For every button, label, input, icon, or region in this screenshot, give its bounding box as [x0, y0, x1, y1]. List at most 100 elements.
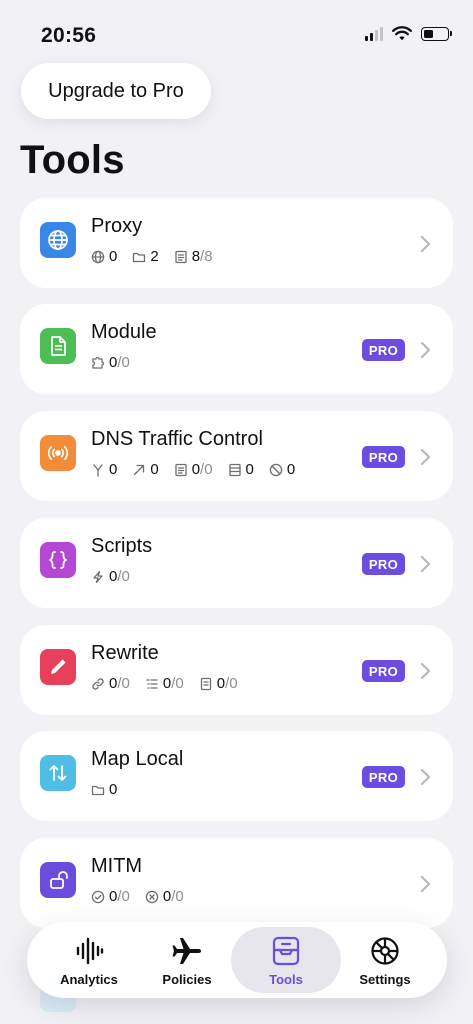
server-icon — [228, 463, 242, 477]
globe-small-icon — [91, 250, 105, 264]
fork-icon — [91, 463, 105, 477]
tool-card-module[interactable]: Module 0/0 PRO — [20, 304, 453, 394]
stat-item: 0/0 — [91, 568, 130, 585]
stat-item: 0/0 — [145, 888, 184, 905]
note-icon — [199, 677, 213, 691]
page-title: Tools — [20, 138, 125, 182]
tool-stats: 0/0 0/0 0/0 — [91, 675, 238, 692]
link-icon — [91, 677, 105, 691]
tool-card-mitm[interactable]: MITM 0/0 0/0 — [20, 838, 453, 928]
pro-badge: PRO — [362, 446, 405, 468]
x-circle-icon — [145, 890, 159, 904]
stat-item: 0 — [132, 461, 159, 478]
tool-name: Scripts — [91, 535, 153, 557]
chevron-right-icon — [420, 555, 431, 573]
list-indent-icon — [145, 677, 159, 691]
folder-icon — [132, 250, 146, 264]
status-time: 20:56 — [41, 24, 97, 47]
status-icons — [365, 26, 452, 41]
stat-item: 0 — [269, 461, 295, 478]
tab-analytics[interactable]: Analytics — [36, 927, 142, 993]
broadcast-icon — [40, 435, 76, 471]
braces-icon — [40, 542, 76, 578]
tool-stats: 0 2 8/8 — [91, 248, 213, 265]
tool-stats: 0/0 — [91, 354, 130, 371]
stat-item: 0/0 — [174, 461, 213, 478]
stat-value: 0/0 — [109, 568, 130, 585]
tool-name: Module — [91, 321, 157, 343]
stat-item: 0/0 — [91, 675, 130, 692]
chevron-right-icon — [420, 341, 431, 359]
stat-value: 0/0 — [216, 675, 238, 692]
tab-analytics-label: Analytics — [60, 972, 118, 987]
stat-value: 0 — [150, 461, 159, 478]
pro-badge: PRO — [362, 553, 405, 575]
tool-card-proxy[interactable]: Proxy 0 2 8/8 — [20, 198, 453, 288]
chevron-right-icon — [420, 235, 431, 253]
gear-icon — [369, 935, 401, 967]
check-circle-icon — [91, 890, 105, 904]
stat-value: 0 — [286, 461, 296, 478]
pro-badge: PRO — [362, 339, 405, 361]
stat-value: 2 — [150, 248, 159, 265]
swap-arrows-icon — [40, 755, 76, 791]
tool-card-map-local[interactable]: Map Local 0 PRO — [20, 731, 453, 821]
pencil-icon — [40, 649, 76, 685]
stat-value: 0 — [109, 248, 118, 265]
wifi-icon — [392, 26, 412, 41]
list-icon — [174, 250, 188, 264]
tab-settings[interactable]: Settings — [332, 927, 438, 993]
stat-item: 2 — [132, 248, 159, 265]
waveform-icon — [73, 935, 105, 967]
tool-name: Map Local — [91, 748, 184, 770]
bolt-icon — [91, 570, 105, 584]
unlock-icon — [40, 862, 76, 898]
tool-card-dns-traffic-control[interactable]: DNS Traffic Control 0 0 0/0 0 0 PRO — [20, 411, 453, 501]
chevron-right-icon — [420, 662, 431, 680]
tool-name: MITM — [91, 855, 143, 877]
stat-value: 0 — [109, 461, 118, 478]
document-icon — [40, 328, 76, 364]
airplane-icon — [171, 935, 203, 967]
pro-badge: PRO — [362, 766, 405, 788]
upgrade-to-pro-button[interactable]: Upgrade to Pro — [21, 63, 211, 119]
tool-stats: 0 0 0/0 0 0 — [91, 461, 295, 478]
stat-value: 0 — [109, 781, 118, 798]
tab-tools[interactable]: Tools — [231, 927, 341, 993]
stat-value: 0/0 — [162, 888, 184, 905]
tool-card-rewrite[interactable]: Rewrite 0/0 0/0 0/0 PRO — [20, 625, 453, 715]
tool-stats: 0/0 — [91, 568, 130, 585]
stat-item: 0/0 — [91, 354, 130, 371]
tool-stats: 0 — [91, 781, 117, 798]
stat-item: 0 — [91, 461, 117, 478]
tray-icon — [270, 935, 302, 967]
stat-value: 0 — [245, 461, 254, 478]
tool-stats: 0/0 0/0 — [91, 888, 184, 905]
tab-tools-label: Tools — [269, 972, 303, 987]
puzzle-icon — [91, 356, 105, 370]
stat-item: 0/0 — [145, 675, 184, 692]
stat-value: 8/8 — [191, 248, 213, 265]
stat-item: 0 — [91, 248, 117, 265]
stat-item: 0 — [228, 461, 254, 478]
stat-value: 0/0 — [109, 675, 130, 692]
tab-policies-label: Policies — [162, 972, 212, 987]
tab-policies[interactable]: Policies — [134, 927, 240, 993]
list-icon — [174, 463, 188, 477]
battery-icon — [421, 26, 452, 41]
tool-name: Rewrite — [91, 642, 159, 664]
chevron-right-icon — [420, 875, 431, 893]
stat-value: 0/0 — [109, 354, 130, 371]
chevron-right-icon — [420, 768, 431, 786]
pro-badge: PRO — [362, 660, 405, 682]
stat-item: 0/0 — [91, 888, 130, 905]
chevron-right-icon — [420, 448, 431, 466]
tool-card-scripts[interactable]: Scripts 0/0 PRO — [20, 518, 453, 608]
tab-settings-label: Settings — [359, 972, 411, 987]
tab-bar: Analytics Policies Tools Settings — [27, 922, 447, 998]
cellular-signal-icon — [365, 26, 383, 41]
folder-icon — [91, 783, 105, 797]
stat-value: 0/0 — [109, 888, 130, 905]
stat-value: 0/0 — [191, 461, 213, 478]
tool-name: Proxy — [91, 215, 143, 237]
